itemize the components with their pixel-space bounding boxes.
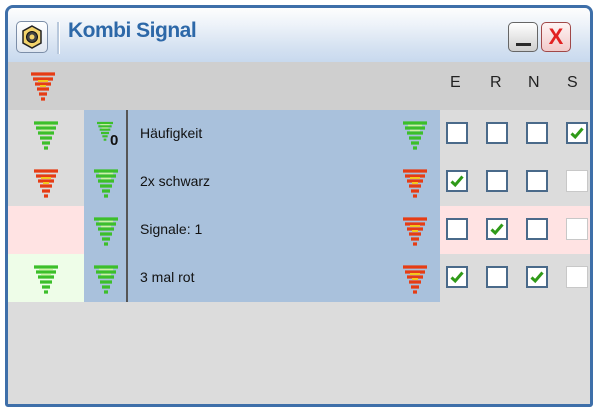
row-label: 2x schwarz xyxy=(140,173,211,189)
checkbox-s[interactable] xyxy=(566,122,588,144)
row-checkbox-cell xyxy=(440,158,590,206)
row-checkbox-cell xyxy=(440,110,590,158)
title-bar[interactable]: Kombi Signal X xyxy=(8,8,590,62)
close-icon: X xyxy=(548,24,564,49)
checkbox-r[interactable] xyxy=(486,218,508,240)
frequency-count: 0 xyxy=(110,132,119,149)
close-button[interactable]: X xyxy=(541,22,571,52)
checkbox-n[interactable] xyxy=(526,266,548,288)
green-signal-icon xyxy=(34,121,58,150)
row-label: Häufigkeit xyxy=(140,125,203,141)
checkmark-icon xyxy=(530,271,544,284)
green-signal-icon xyxy=(94,169,118,198)
cell-divider xyxy=(126,110,128,158)
green-signal-icon xyxy=(403,121,427,150)
red-signal-icon xyxy=(403,217,427,246)
minimize-icon xyxy=(516,43,531,46)
window-title: Kombi Signal xyxy=(68,19,197,42)
checkbox-e[interactable] xyxy=(446,218,468,240)
column-header-s: S xyxy=(567,74,578,91)
row-label: 3 mal rot xyxy=(140,269,195,285)
checkmark-icon xyxy=(490,223,504,236)
column-header-n: N xyxy=(528,74,540,91)
row-checkbox-cell xyxy=(440,206,590,254)
checkbox-n[interactable] xyxy=(526,122,548,144)
signal-row-haeufigkeit[interactable]: 0 Häufigkeit xyxy=(8,110,590,158)
row-status-cell xyxy=(8,158,84,206)
cell-divider xyxy=(126,158,128,206)
green-signal-icon xyxy=(94,217,118,246)
row-signal-cell: 0 Häufigkeit xyxy=(84,110,440,158)
row-signal-cell: 2x schwarz xyxy=(84,158,440,206)
red-signal-icon xyxy=(403,169,427,198)
row-status-cell xyxy=(8,254,84,302)
row-signal-cell: 3 mal rot xyxy=(84,254,440,302)
green-signal-icon xyxy=(34,265,58,294)
checkbox-e[interactable] xyxy=(446,122,468,144)
red-signal-icon xyxy=(34,169,58,198)
row-status-cell xyxy=(8,110,84,158)
checkbox-s xyxy=(566,218,588,240)
column-header-r: R xyxy=(490,74,502,91)
minimize-button[interactable] xyxy=(508,22,538,52)
red-signal-icon xyxy=(403,265,427,294)
checkmark-icon xyxy=(450,175,464,188)
header-row: E R N S xyxy=(8,62,590,110)
checkbox-r[interactable] xyxy=(486,122,508,144)
signal-row-2x-schwarz[interactable]: 2x schwarz xyxy=(8,158,590,206)
checkbox-n[interactable] xyxy=(526,218,548,240)
cell-divider xyxy=(126,206,128,254)
green-signal-icon xyxy=(94,265,118,294)
app-settings-icon[interactable] xyxy=(16,21,48,53)
kombi-signal-window: Kombi Signal X E R N S 0 Häufigkeit 2x s… xyxy=(5,5,593,407)
row-label: Signale: 1 xyxy=(140,221,203,237)
checkbox-s xyxy=(566,170,588,192)
title-separator xyxy=(57,22,60,54)
signal-row-3-mal-rot[interactable]: 3 mal rot xyxy=(8,254,590,302)
checkbox-n[interactable] xyxy=(526,170,548,192)
row-signal-cell: Signale: 1 xyxy=(84,206,440,254)
red-signal-icon xyxy=(31,72,55,101)
checkbox-r[interactable] xyxy=(486,170,508,192)
checkbox-s xyxy=(566,266,588,288)
cell-divider xyxy=(126,254,128,302)
checkmark-icon xyxy=(570,127,584,140)
signal-row-signale[interactable]: Signale: 1 xyxy=(8,206,590,254)
checkbox-e[interactable] xyxy=(446,170,468,192)
checkmark-icon xyxy=(450,271,464,284)
checkbox-r[interactable] xyxy=(486,266,508,288)
row-status-cell xyxy=(8,206,84,254)
row-checkbox-cell xyxy=(440,254,590,302)
checkbox-e[interactable] xyxy=(446,266,468,288)
column-header-e: E xyxy=(450,74,461,91)
empty-list-area xyxy=(8,302,590,404)
